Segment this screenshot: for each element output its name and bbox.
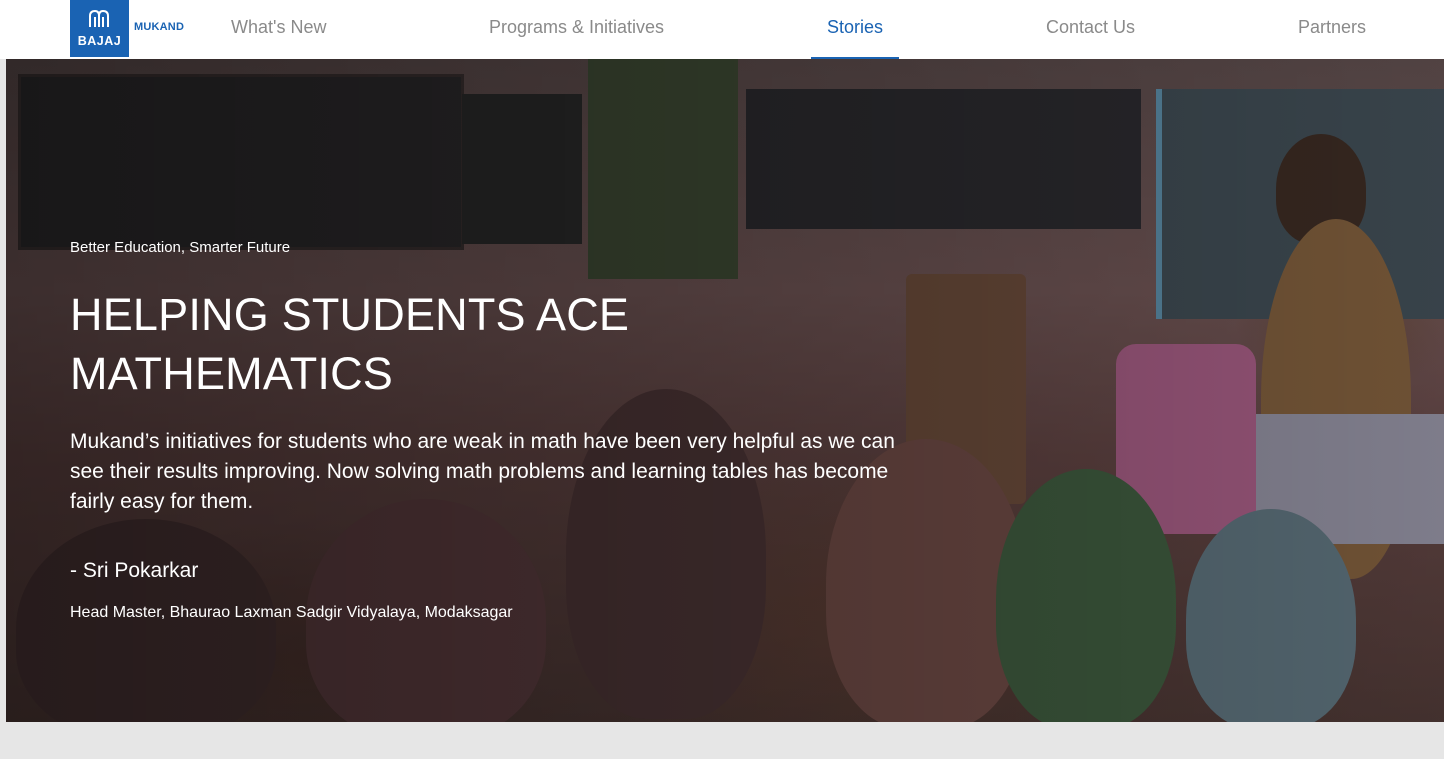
nav-whats-new[interactable]: What's New [231, 0, 326, 59]
hero-title: HELPING STUDENTS ACE MATHEMATICS [70, 285, 629, 403]
logo-brand-text: BAJAJ [77, 34, 122, 48]
logo-mark: BAJAJ [70, 0, 129, 57]
logo-subtext: MUKAND [134, 21, 185, 33]
hero-quote: Mukand’s initiatives for students who ar… [70, 430, 895, 513]
hero-title-line-2: MATHEMATICS [70, 348, 394, 399]
quote-author-role: Head Master, Bhaurao Laxman Sadgir Vidya… [70, 604, 513, 621]
nav-partners[interactable]: Partners [1298, 0, 1366, 59]
logo-arch-icon [89, 9, 109, 27]
nav-contact-us[interactable]: Contact Us [1046, 0, 1135, 59]
nav-stories[interactable]: Stories [810, 0, 900, 59]
hero-title-line-1: HELPING STUDENTS ACE [70, 289, 630, 340]
nav-programs-initiatives[interactable]: Programs & Initiatives [489, 0, 664, 59]
hero-kicker: Better Education, Smarter Future [70, 239, 291, 256]
top-navbar: BAJAJ MUKAND What's New Programs & Initi… [0, 0, 1444, 59]
page-bottom-band [0, 722, 1444, 759]
bajaj-mukand-logo[interactable]: BAJAJ MUKAND [70, 0, 184, 57]
hero-banner: Better Education, Smarter Future HELPING… [6, 59, 1444, 722]
quote-author: - Sri Pokarkar [70, 559, 199, 582]
